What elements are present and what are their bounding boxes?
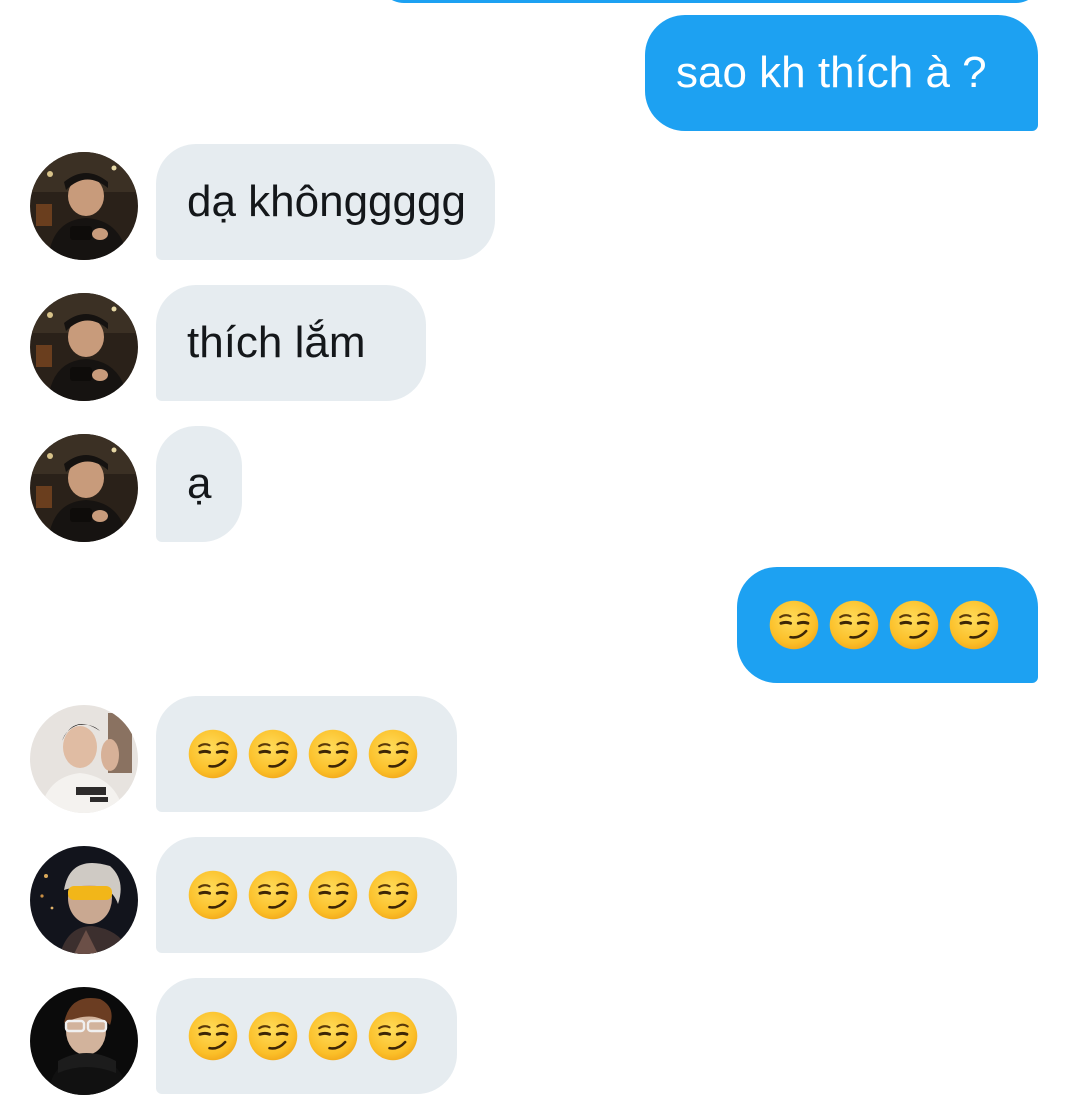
smirking-face-emoji-icon: [307, 1010, 359, 1062]
smirking-face-emoji-icon: [828, 599, 880, 651]
user-photo-avatar[interactable]: [30, 987, 138, 1095]
incoming-emoji-message-bubble[interactable]: [156, 837, 457, 953]
user-photo-avatar[interactable]: [30, 293, 138, 401]
smirking-face-emoji-icon: [888, 599, 940, 651]
incoming-message-bubble[interactable]: dạ khônggggg: [156, 144, 495, 260]
user-photo-avatar-image: [30, 987, 138, 1095]
emoji-row: [768, 567, 1038, 683]
outgoing-message-bubble[interactable]: sao kh thích à ?: [645, 15, 1038, 131]
smirking-face-emoji-icon: [307, 728, 359, 780]
smirking-face-emoji-icon: [768, 599, 820, 651]
user-photo-avatar[interactable]: [30, 846, 138, 954]
smirking-face-emoji-icon: [187, 1010, 239, 1062]
message-text: thích lắm: [187, 318, 366, 367]
incoming-emoji-message-bubble[interactable]: [156, 978, 457, 1094]
user-photo-avatar[interactable]: [30, 434, 138, 542]
user-photo-avatar-image: [30, 705, 138, 813]
emoji-row: [187, 837, 457, 953]
smirking-face-emoji-icon: [307, 869, 359, 921]
smirking-face-emoji-icon: [187, 728, 239, 780]
smirking-face-emoji-icon: [367, 869, 419, 921]
emoji-row: [187, 978, 457, 1094]
smirking-face-emoji-icon: [247, 869, 299, 921]
user-photo-avatar-image: [30, 434, 138, 542]
user-photo-avatar-image: [30, 846, 138, 954]
outgoing-emoji-message-bubble[interactable]: [737, 567, 1038, 683]
smirking-face-emoji-icon: [948, 599, 1000, 651]
user-photo-avatar[interactable]: [30, 705, 138, 813]
user-photo-avatar-image: [30, 152, 138, 260]
smirking-face-emoji-icon: [187, 869, 239, 921]
emoji-row: [187, 696, 457, 812]
user-photo-avatar-image: [30, 293, 138, 401]
smirking-face-emoji-icon: [367, 1010, 419, 1062]
incoming-message-bubble[interactable]: ạ: [156, 426, 242, 542]
message-text: dạ khônggggg: [187, 177, 466, 226]
smirking-face-emoji-icon: [367, 728, 419, 780]
smirking-face-emoji-icon: [247, 1010, 299, 1062]
message-text: ạ: [187, 459, 212, 508]
user-photo-avatar[interactable]: [30, 152, 138, 260]
incoming-emoji-message-bubble[interactable]: [156, 696, 457, 812]
incoming-message-bubble[interactable]: thích lắm: [156, 285, 426, 401]
smirking-face-emoji-icon: [247, 728, 299, 780]
previous-outgoing-message-bubble[interactable]: [378, 0, 1042, 3]
message-text: sao kh thích à ?: [676, 48, 987, 97]
